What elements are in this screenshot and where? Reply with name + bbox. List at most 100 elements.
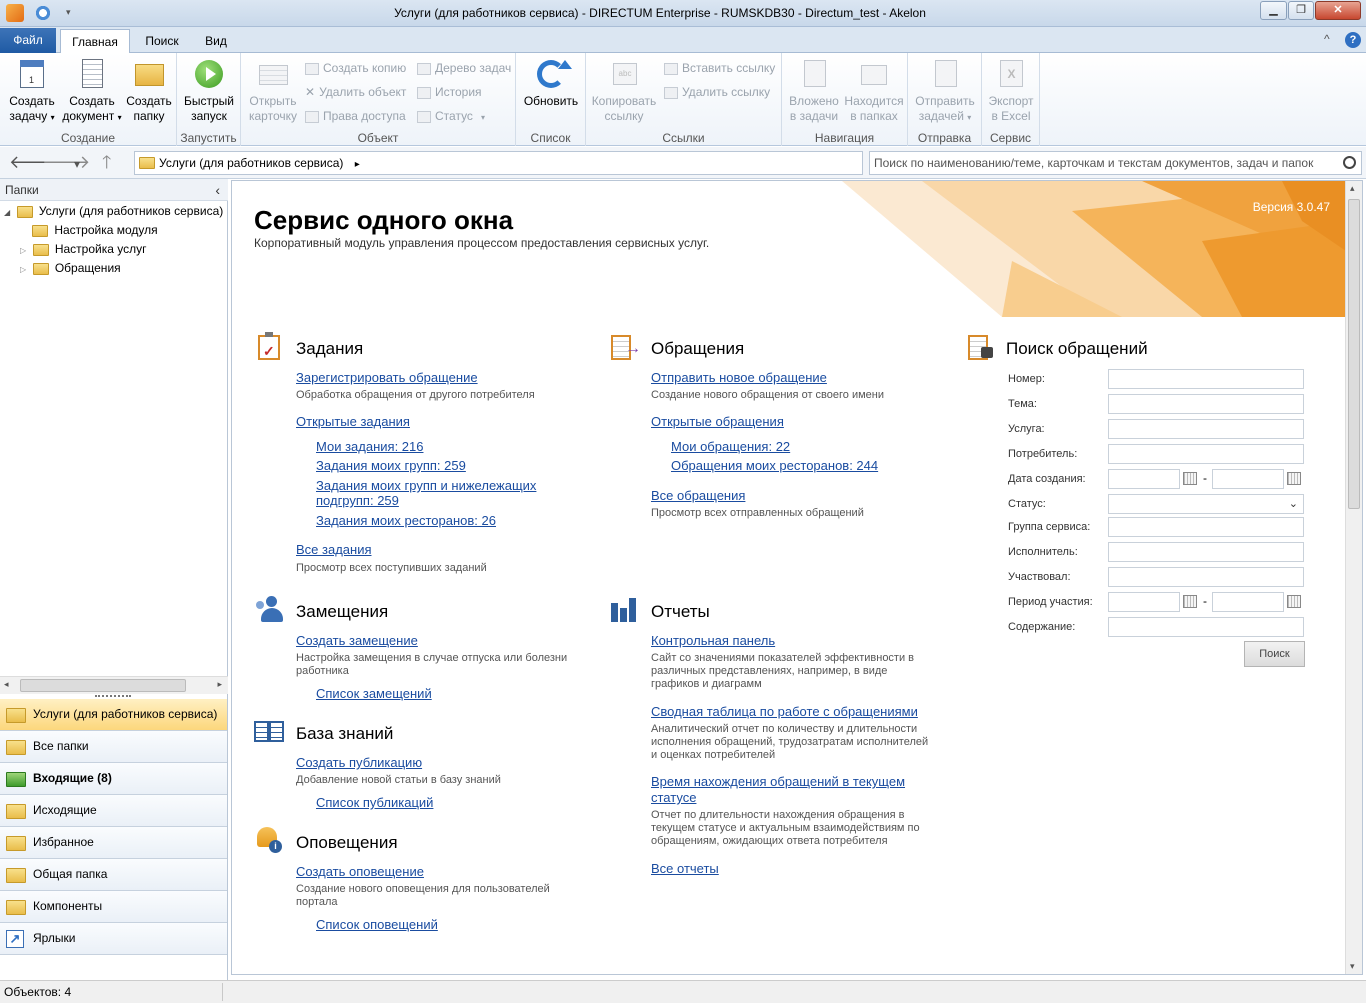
service-input[interactable] [1108,419,1304,439]
close-button[interactable]: ✕ [1315,1,1361,20]
tree-item-services-settings[interactable]: ▷ Настройка услуг [20,240,147,259]
calendar-icon[interactable] [1287,595,1301,608]
service-group-input[interactable] [1108,517,1304,537]
delete-object-button[interactable]: ✕ Удалить объект [305,83,406,101]
open-card-button[interactable]: Открыть карточку [243,57,303,124]
create-alert-link[interactable]: Создать оповещение [296,864,424,879]
create-copy-button[interactable]: Создать копию [305,59,406,77]
executor-input[interactable] [1108,542,1304,562]
pivot-table-link[interactable]: Сводная таблица по работе с обращениями [651,704,918,719]
status-select[interactable]: ⌄ [1108,494,1304,514]
create-folder-button[interactable]: Создать папку [124,57,174,124]
scroll-thumb[interactable] [20,679,186,692]
collapse-panel-icon[interactable]: ‹ [215,179,220,201]
search-icon[interactable] [1343,156,1356,169]
tab-view[interactable]: Вид [196,29,236,53]
collapse-ribbon-icon[interactable]: ^ [1324,32,1330,46]
export-excel-button[interactable]: X Экспорт в Excel [984,57,1038,124]
nav-item-shortcuts[interactable]: ↗ Ярлыки [0,923,227,955]
maximize-button[interactable]: ❐ [1288,1,1314,20]
in-folders-button[interactable]: Находится в папках [844,57,904,124]
history-dropdown-icon[interactable]: ▾ [74,155,80,173]
minimize-button[interactable]: ▁ [1260,1,1287,20]
number-input[interactable] [1108,369,1304,389]
collapse-triangle-icon[interactable]: ◢ [4,208,10,217]
register-request-link[interactable]: Зарегистрировать обращение [296,370,478,385]
scroll-down-icon[interactable]: ▾ [1350,961,1355,972]
scroll-right-icon[interactable]: ▸ [217,679,222,690]
restaurant-tasks-link[interactable]: Задания моих ресторанов: 26 [316,513,496,528]
expand-triangle-icon[interactable]: ▷ [20,246,26,255]
subgroup-tasks-link[interactable]: Задания моих групп и нижележащих подгруп… [316,478,576,508]
help-icon[interactable]: ? [1345,32,1361,48]
access-rights-button[interactable]: Права доступа [305,107,406,125]
dashboard-link[interactable]: Контрольная панель [651,633,775,648]
scroll-up-icon[interactable]: ▴ [1350,183,1355,194]
my-tasks-link[interactable]: Мои задания: 216 [316,439,423,454]
forward-arrow-icon[interactable]: 🡒 [42,153,90,171]
address-bar[interactable]: Услуги (для работников сервиса) ▸ [134,151,863,175]
open-requests-link[interactable]: Открытые обращения [651,414,784,429]
splitter-handle[interactable] [95,695,131,698]
tab-file[interactable]: Файл [0,28,56,53]
attached-tasks-button[interactable]: Вложено в задачи [786,57,842,124]
tree-item-requests[interactable]: ▷ Обращения [20,259,121,278]
tab-home[interactable]: Главная [60,29,130,53]
alert-list-link[interactable]: Список оповещений [316,917,438,932]
create-publication-link[interactable]: Создать публикацию [296,755,422,770]
tree-item-services[interactable]: ◢ Услуги (для работников сервиса) [4,202,223,221]
refresh-button[interactable]: Обновить [520,57,582,109]
search-button[interactable]: Поиск [1244,641,1305,667]
expand-triangle-icon[interactable]: ▷ [20,265,26,274]
delete-link-button[interactable]: Удалить ссылку [664,83,770,101]
open-tasks-link[interactable]: Открытые задания [296,414,410,429]
created-to-input[interactable] [1212,469,1284,489]
all-tasks-link[interactable]: Все задания [296,542,372,557]
tab-search[interactable]: Поиск [136,29,188,53]
subject-input[interactable] [1108,394,1304,414]
content-vertical-scrollbar[interactable]: ▴ ▾ [1345,181,1362,974]
calendar-icon[interactable] [1287,472,1301,485]
breadcrumb-arrow-icon[interactable]: ▸ [355,159,360,170]
nav-item-all-folders[interactable]: Все папки [0,731,227,763]
calendar-icon[interactable] [1183,472,1197,485]
history-button[interactable]: История [417,83,482,101]
nav-item-shared[interactable]: Общая папка [0,859,227,891]
copy-link-button[interactable]: abc Копировать ссылку [588,57,660,124]
restaurant-requests-link[interactable]: Обращения моих ресторанов: 244 [671,458,878,473]
insert-link-button[interactable]: Вставить ссылку [664,59,775,77]
group-tasks-link[interactable]: Задания моих групп: 259 [316,458,466,473]
scroll-thumb[interactable] [1348,199,1360,509]
refresh-quick-icon[interactable] [34,4,52,22]
nav-item-services[interactable]: Услуги (для работников сервиса) [0,699,227,731]
nav-item-inbox[interactable]: Входящие (8) [0,763,227,795]
nav-item-outbox[interactable]: Исходящие [0,795,227,827]
participated-input[interactable] [1108,567,1304,587]
status-button[interactable]: Статус ▾ [417,107,485,125]
scroll-left-icon[interactable]: ◂ [4,679,9,690]
quick-launch-button[interactable]: Быстрый запуск [181,57,237,124]
consumer-input[interactable] [1108,444,1304,464]
my-requests-link[interactable]: Мои обращения: 22 [671,439,790,454]
nav-item-favorites[interactable]: Избранное [0,827,227,859]
all-reports-link[interactable]: Все отчеты [651,861,719,876]
create-substitution-link[interactable]: Создать замещение [296,633,418,648]
calendar-icon[interactable] [1183,595,1197,608]
all-requests-link[interactable]: Все обращения [651,488,745,503]
create-document-button[interactable]: Создать документ ▾ [60,57,124,125]
global-search-input[interactable]: Поиск по наименованию/теме, карточкам и … [869,151,1362,175]
tree-horizontal-scrollbar[interactable]: ◂ ▸ [0,676,228,694]
create-task-button[interactable]: 1 Создать задачу ▾ [4,57,60,125]
time-in-status-link[interactable]: Время нахождения обращений в текущем ста… [651,774,916,806]
quick-access-dropdown-icon[interactable]: ▾ [66,7,71,18]
send-task-button[interactable]: Отправить задачей ▾ [912,57,978,125]
period-to-input[interactable] [1212,592,1284,612]
period-from-input[interactable] [1108,592,1180,612]
publication-list-link[interactable]: Список публикаций [316,795,433,810]
substitution-list-link[interactable]: Список замещений [316,686,432,701]
task-tree-button[interactable]: Дерево задач [417,59,511,77]
up-arrow-icon[interactable]: 🡑 [102,153,111,171]
send-new-request-link[interactable]: Отправить новое обращение [651,370,827,385]
content-input[interactable] [1108,617,1304,637]
created-from-input[interactable] [1108,469,1180,489]
